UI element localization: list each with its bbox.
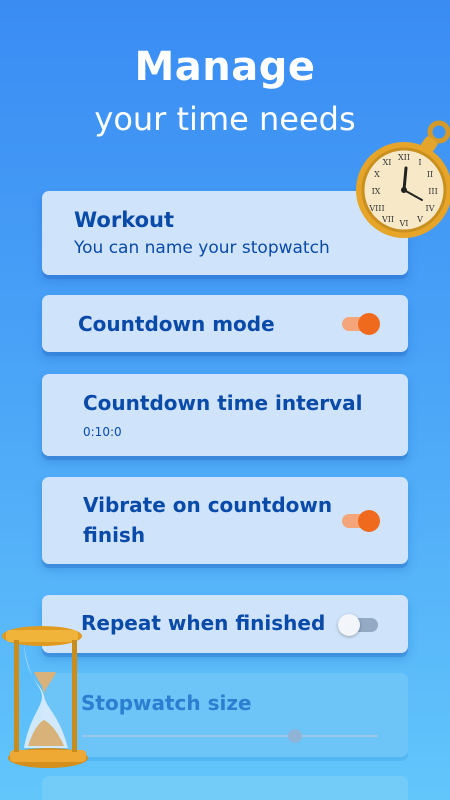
countdown-mode-toggle[interactable] <box>342 313 380 335</box>
svg-text:IV: IV <box>426 204 435 213</box>
svg-text:I: I <box>418 158 421 167</box>
svg-text:VII: VII <box>381 215 394 224</box>
repeat-label: Repeat when finished <box>81 611 326 635</box>
stopwatch-name-subtitle: You can name your stopwatch <box>74 238 330 258</box>
svg-text:II: II <box>427 170 433 179</box>
repeat-card[interactable]: Repeat when finished <box>42 595 408 653</box>
stopwatch-size-label: Stopwatch size <box>81 691 252 715</box>
svg-text:V: V <box>416 215 423 224</box>
headline-title: Manage <box>134 44 316 90</box>
stopwatch-size-slider[interactable] <box>82 729 378 743</box>
hourglass-icon <box>2 626 88 768</box>
toggle-knob <box>358 313 380 335</box>
vibrate-label-line2: finish <box>83 523 146 547</box>
next-setting-card[interactable] <box>42 776 408 800</box>
svg-text:XII: XII <box>398 153 410 162</box>
svg-text:III: III <box>428 187 437 196</box>
svg-text:X: X <box>374 170 380 179</box>
stopwatch-name-title: Workout <box>74 208 175 232</box>
toggle-knob <box>358 510 380 532</box>
countdown-mode-label: Countdown mode <box>78 312 275 336</box>
repeat-toggle[interactable] <box>338 614 378 636</box>
countdown-interval-card[interactable]: Countdown time interval 0:10:0 <box>42 374 408 456</box>
svg-text:IX: IX <box>372 187 381 196</box>
countdown-mode-card[interactable]: Countdown mode <box>42 295 408 352</box>
svg-text:XI: XI <box>383 158 392 167</box>
slider-thumb[interactable] <box>288 729 303 743</box>
vibrate-toggle[interactable] <box>342 510 380 532</box>
vibrate-card[interactable]: Vibrate on countdown finish <box>42 477 408 564</box>
svg-text:VIII: VIII <box>368 204 384 213</box>
countdown-interval-value: 0:10:0 <box>83 425 122 439</box>
vibrate-label-line1: Vibrate on countdown <box>83 493 333 517</box>
toggle-knob <box>338 614 360 636</box>
pocket-watch-icon: XII III VI IX I II IV V VII VIII X XI <box>356 120 450 238</box>
stopwatch-size-card[interactable]: Stopwatch size <box>42 673 408 757</box>
countdown-interval-label: Countdown time interval <box>83 391 363 415</box>
svg-text:VI: VI <box>399 219 409 228</box>
